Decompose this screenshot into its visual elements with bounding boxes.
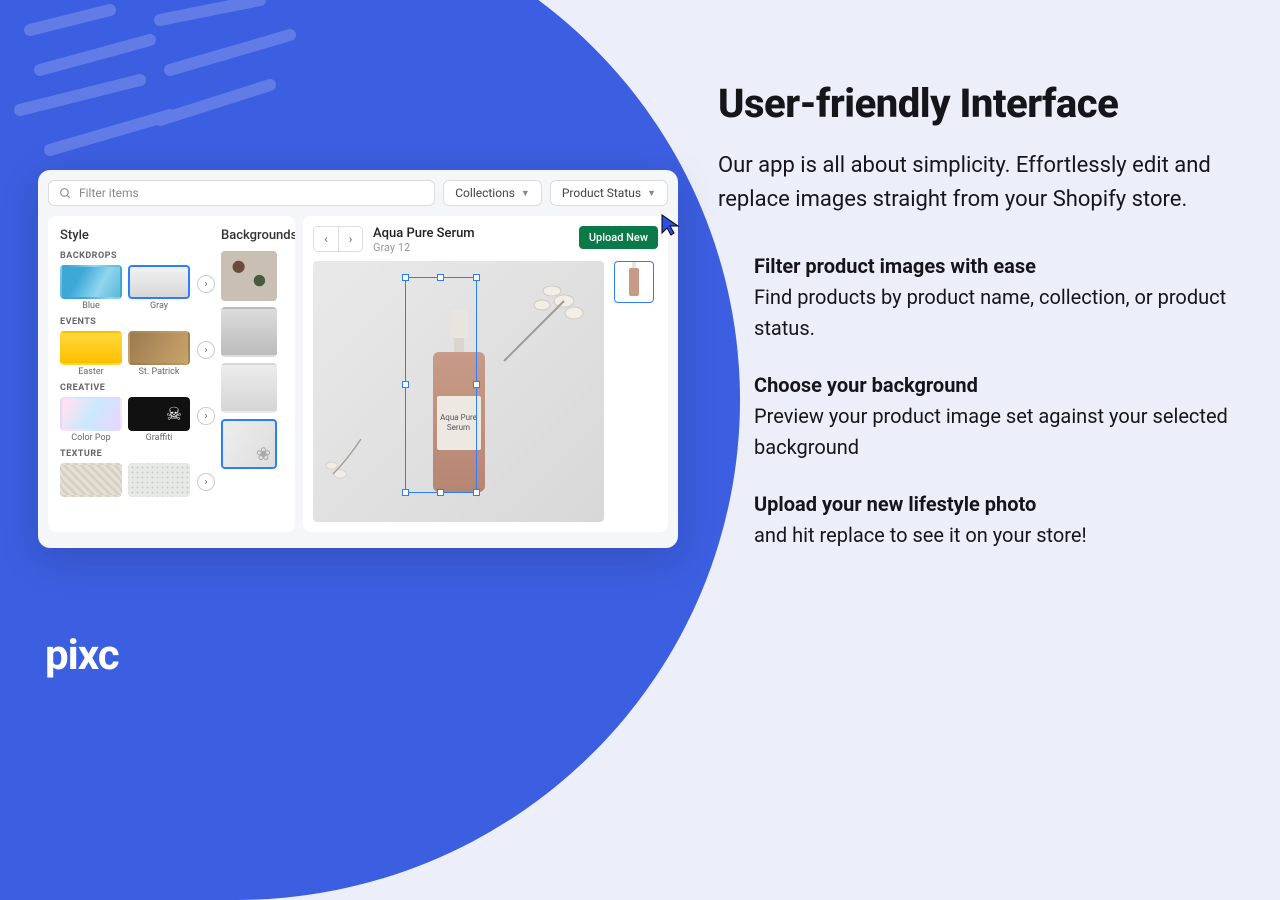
flower-decoration bbox=[494, 271, 594, 371]
category-creative-label: CREATIVE bbox=[60, 383, 209, 393]
row-next-button[interactable]: › bbox=[197, 341, 215, 359]
feature-1-body: Find products by product name, collectio… bbox=[754, 285, 1226, 340]
style-title: Style bbox=[60, 228, 209, 243]
feature-2-body: Preview your product image set against y… bbox=[754, 404, 1228, 459]
search-icon bbox=[59, 187, 72, 200]
collections-label: Collections bbox=[455, 186, 515, 200]
style-thumb-stpatrick-label: St. Patrick bbox=[139, 367, 180, 377]
style-thumb-graffiti-label: Graffiti bbox=[146, 433, 173, 443]
style-thumb-texture-2[interactable] bbox=[128, 463, 190, 497]
style-thumb-gray-label: Gray bbox=[150, 301, 168, 311]
style-thumb-graffiti[interactable] bbox=[128, 397, 190, 431]
product-variant: Gray 12 bbox=[373, 241, 569, 254]
resize-handle[interactable] bbox=[473, 381, 480, 388]
background-thumb-1[interactable] bbox=[221, 251, 277, 301]
category-texture-label: TEXTURE bbox=[60, 449, 209, 459]
prev-product-button[interactable]: ‹ bbox=[314, 227, 338, 251]
toolbar: Filter items Collections ▼ Product Statu… bbox=[48, 180, 668, 206]
style-thumb-blue[interactable] bbox=[60, 265, 122, 299]
mini-bottle-icon bbox=[629, 268, 639, 296]
style-thumb-easter[interactable] bbox=[60, 331, 122, 365]
marketing-title: User-friendly Interface bbox=[718, 80, 1238, 127]
style-thumb-stpatrick[interactable] bbox=[128, 331, 190, 365]
resize-handle[interactable] bbox=[402, 274, 409, 281]
image-preview[interactable]: Aqua Pure Serum bbox=[313, 261, 604, 522]
upload-new-label: Upload New bbox=[589, 231, 648, 244]
feature-1: Filter product images with ease Find pro… bbox=[754, 251, 1238, 344]
style-thumb-gray[interactable] bbox=[128, 265, 190, 299]
row-next-button[interactable]: › bbox=[197, 275, 215, 293]
marketing-copy: User-friendly Interface Our app is all a… bbox=[718, 80, 1238, 577]
chevron-down-icon: ▼ bbox=[647, 188, 656, 199]
feature-3-heading: Upload your new lifestyle photo bbox=[754, 489, 1238, 520]
search-input[interactable]: Filter items bbox=[48, 180, 435, 206]
product-info: Aqua Pure Serum Gray 12 bbox=[373, 226, 569, 254]
resize-handle[interactable] bbox=[402, 381, 409, 388]
chevron-down-icon: ▼ bbox=[521, 188, 530, 199]
brush-decoration bbox=[10, 0, 310, 180]
resize-handle[interactable] bbox=[437, 274, 444, 281]
feature-2: Choose your background Preview your prod… bbox=[754, 370, 1238, 463]
upload-new-button[interactable]: Upload New bbox=[579, 226, 658, 249]
background-thumb-3[interactable] bbox=[221, 363, 277, 413]
selection-box[interactable] bbox=[405, 277, 477, 493]
style-thumb-texture-1[interactable] bbox=[60, 463, 122, 497]
flower-decoration bbox=[319, 432, 389, 502]
feature-2-heading: Choose your background bbox=[754, 370, 1238, 401]
feature-3-body: and hit replace to see it on your store! bbox=[754, 523, 1087, 547]
feature-3: Upload your new lifestyle photo and hit … bbox=[754, 489, 1238, 551]
next-product-button[interactable]: › bbox=[338, 227, 362, 251]
resize-handle[interactable] bbox=[437, 489, 444, 496]
style-thumb-colorpop[interactable] bbox=[60, 397, 122, 431]
resize-handle[interactable] bbox=[473, 489, 480, 496]
style-panel: Style BACKDROPS Blue Gray › EVENTS bbox=[48, 216, 295, 532]
backgrounds-title: Backgrounds bbox=[221, 228, 283, 243]
row-next-button[interactable]: › bbox=[197, 473, 215, 491]
variant-thumb-1[interactable] bbox=[614, 261, 654, 303]
style-thumb-easter-label: Easter bbox=[78, 367, 103, 377]
status-label: Product Status bbox=[562, 186, 641, 200]
marketing-lead: Our app is all about simplicity. Effortl… bbox=[718, 149, 1238, 217]
product-nav: ‹ › bbox=[313, 226, 363, 252]
background-thumb-4[interactable] bbox=[221, 419, 277, 469]
category-backdrops-label: BACKDROPS bbox=[60, 251, 209, 261]
product-status-dropdown[interactable]: Product Status ▼ bbox=[550, 180, 668, 206]
row-next-button[interactable]: › bbox=[197, 407, 215, 425]
app-window: Filter items Collections ▼ Product Statu… bbox=[38, 170, 678, 548]
product-name: Aqua Pure Serum bbox=[373, 226, 569, 241]
style-thumb-colorpop-label: Color Pop bbox=[71, 433, 110, 443]
collections-dropdown[interactable]: Collections ▼ bbox=[443, 180, 542, 206]
style-thumb-blue-label: Blue bbox=[82, 301, 100, 311]
resize-handle[interactable] bbox=[402, 489, 409, 496]
background-thumb-2[interactable] bbox=[221, 307, 277, 357]
cursor-icon bbox=[660, 213, 684, 237]
preview-panel: ‹ › Aqua Pure Serum Gray 12 Upload New bbox=[303, 216, 668, 532]
category-events-label: EVENTS bbox=[60, 317, 209, 327]
resize-handle[interactable] bbox=[473, 274, 480, 281]
feature-1-heading: Filter product images with ease bbox=[754, 251, 1238, 282]
brand-logo: pixc bbox=[45, 631, 119, 680]
variant-thumbnails bbox=[614, 261, 658, 522]
search-placeholder: Filter items bbox=[79, 186, 139, 200]
